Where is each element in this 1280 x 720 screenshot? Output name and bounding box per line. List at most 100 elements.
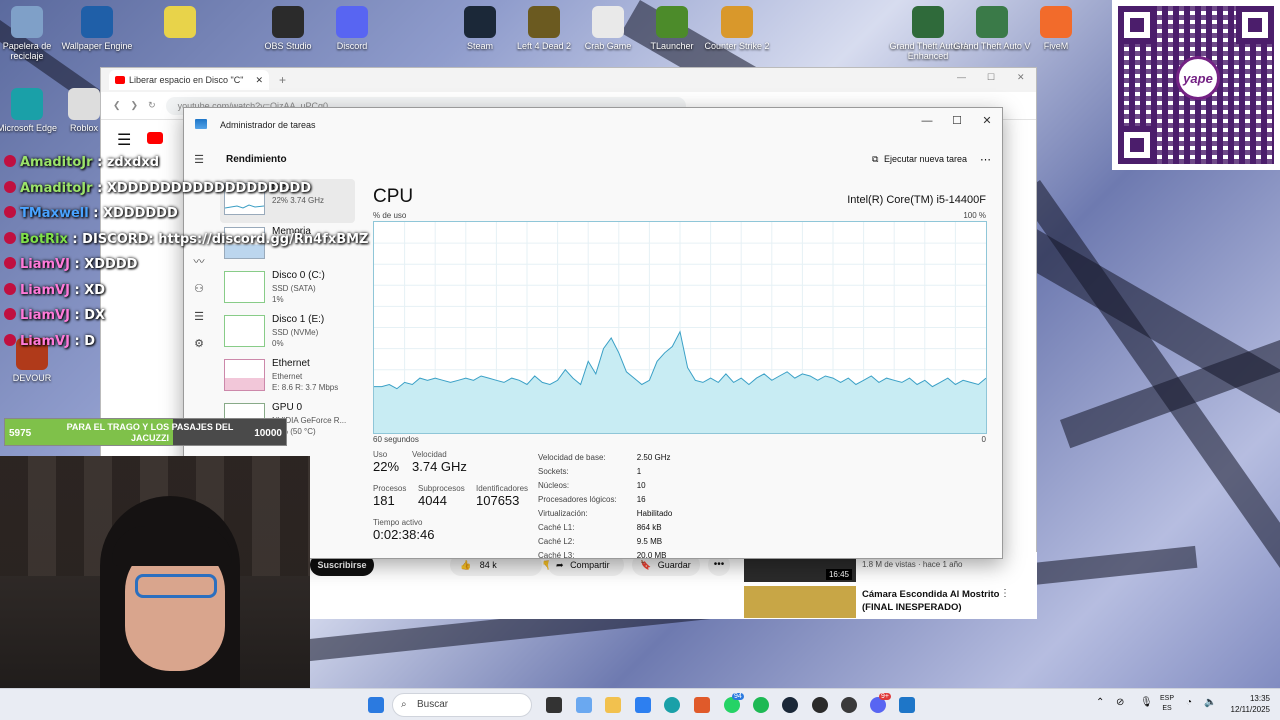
- perf-item-ethernet[interactable]: Ethernet Ethernet E: 8.6 R: 3.7 Mbps: [220, 355, 355, 399]
- app-icon: [464, 6, 496, 38]
- rec2-title-line1: Cámara Escondida Al Mostrito: [862, 589, 1000, 600]
- language-code: ESP: [1160, 695, 1175, 702]
- app-icon[interactable]: [841, 697, 857, 713]
- goal-target: 10000: [254, 428, 282, 439]
- chat-message: BotRix : DISCORD: https://discord.gg/Rn4…: [4, 227, 368, 253]
- spotify-icon[interactable]: [753, 697, 769, 713]
- desktop-icon[interactable]: [140, 6, 220, 41]
- chat-message: LiamVJ : XDDDD: [4, 252, 368, 278]
- app-icon: [1040, 6, 1072, 38]
- app-icon: [336, 6, 368, 38]
- rec1-thumbnail[interactable]: 16:45: [744, 556, 856, 582]
- reload-icon[interactable]: ↻: [148, 100, 156, 111]
- chat-separator: :: [92, 155, 107, 170]
- wifi-icon[interactable]: ◔: [1186, 697, 1192, 708]
- app-icon: [11, 88, 43, 120]
- spec-value: 16: [636, 495, 646, 504]
- app-icon: [656, 6, 688, 38]
- qr-code: yape: [1112, 0, 1280, 170]
- stat-subprocesos: Subprocesos 4044: [418, 484, 465, 508]
- forward-icon[interactable]: ❯: [131, 100, 139, 111]
- spec-row: Velocidad de base: 2.50 GHz: [538, 452, 690, 464]
- app-icon: [272, 6, 304, 38]
- cpu-specs-table: Velocidad de base: 2.50 GHz Sockets: 1 Núcle…: [536, 450, 692, 564]
- desktop-icon[interactable]: Discord: [312, 6, 392, 51]
- app-icon: [68, 88, 100, 120]
- maximize-icon[interactable]: ☐: [942, 112, 972, 130]
- clock[interactable]: 13:35 12/11/2025: [1224, 693, 1270, 715]
- chat-badge-icon: [4, 180, 16, 193]
- spec-label: Caché L2:: [538, 537, 575, 546]
- copilot-icon[interactable]: [576, 697, 592, 713]
- minimize-icon[interactable]: —: [957, 72, 966, 82]
- stat-identificadores: Identificadores 107653: [476, 484, 528, 508]
- brave-icon[interactable]: [694, 697, 710, 713]
- app-icon: [11, 6, 43, 38]
- chat-badge-icon: [4, 231, 16, 244]
- cpu-usage-graph: [373, 221, 987, 434]
- spec-row: Caché L1: 864 kB: [538, 522, 690, 534]
- chat-badge-icon: [4, 257, 16, 269]
- desktop-icon-label: FiveM: [1043, 41, 1069, 51]
- task-manager-taskbar-icon[interactable]: [899, 697, 915, 713]
- chat-text: XDDDDDD: [102, 206, 178, 221]
- task-view-icon[interactable]: [546, 697, 562, 713]
- menu-icon[interactable]: ☰: [117, 130, 131, 150]
- discord-badge: 9+: [879, 693, 891, 700]
- desktop-icon[interactable]: Wallpaper Engine: [57, 6, 137, 51]
- spec-row: Procesadores lógicos: 16: [538, 494, 690, 506]
- spec-row: Sockets: 1: [538, 466, 690, 478]
- rec2-thumbnail[interactable]: [744, 586, 856, 618]
- youtube-logo[interactable]: [147, 132, 163, 144]
- rec2-menu-icon[interactable]: ⋮: [1000, 588, 1010, 599]
- edge-icon[interactable]: [664, 697, 680, 713]
- file-explorer-icon[interactable]: [605, 697, 621, 713]
- desktop-icon[interactable]: FiveM: [1016, 6, 1096, 51]
- steam-icon[interactable]: [782, 697, 798, 713]
- stat-label: Velocidad: [412, 450, 447, 459]
- obs-icon[interactable]: [812, 697, 828, 713]
- perf-item-name: Ethernet: [272, 358, 310, 369]
- minimize-icon[interactable]: —: [912, 112, 942, 130]
- run-task-button[interactable]: ⧉ Ejecutar nueva tarea: [872, 154, 967, 165]
- language-indicator[interactable]: ESP ES: [1160, 694, 1174, 714]
- chat-badge-icon: [4, 206, 16, 218]
- stat-label: Subprocesos: [418, 484, 465, 493]
- close-tab-icon[interactable]: ✕: [255, 75, 263, 86]
- microphone-icon[interactable]: 🎙: [1140, 697, 1153, 708]
- rec2-title[interactable]: Cámara Escondida Al Mostrito (FINAL INES…: [862, 588, 999, 614]
- stat-value: 0:02:38:46: [373, 527, 435, 542]
- store-icon[interactable]: [635, 697, 651, 713]
- chat-separator: :: [67, 231, 83, 247]
- clock-time: 13:35: [1249, 694, 1270, 703]
- close-icon[interactable]: ✕: [1017, 72, 1025, 83]
- spec-value: 10: [636, 481, 646, 490]
- chat-text: XDDDD: [84, 257, 138, 272]
- desktop-icon[interactable]: Counter Strike 2: [697, 6, 777, 51]
- thumbs-up-icon: 👍: [460, 560, 472, 570]
- tray-chevron-icon[interactable]: ⌃: [1096, 697, 1104, 708]
- start-icon[interactable]: [368, 697, 384, 713]
- network-icon[interactable]: ⊘: [1116, 697, 1124, 708]
- volume-icon[interactable]: 🔈: [1204, 697, 1216, 708]
- spec-label: Caché L3:: [538, 551, 575, 560]
- more-options-icon[interactable]: ⋯: [980, 153, 991, 166]
- chat-username: LiamVJ: [20, 333, 70, 349]
- donation-goal-bar: 5975 PARA EL TRAGO Y LOS PASAJES DEL JAC…: [4, 418, 287, 446]
- browser-tab[interactable]: Liberar espacio en Disco "C" ✕: [109, 70, 269, 90]
- desktop-icon-label: DEVOUR: [12, 373, 52, 383]
- app-icon: [164, 6, 196, 38]
- chat-username: LiamVJ: [20, 282, 70, 298]
- stat-uso: Uso 22%: [373, 450, 399, 474]
- spec-value: 1: [636, 467, 642, 476]
- new-tab-button[interactable]: +: [279, 73, 286, 87]
- app-icon: [81, 6, 113, 38]
- close-icon[interactable]: ✕: [972, 112, 1002, 130]
- desktop-icon-label: Discord: [336, 41, 368, 51]
- search-box[interactable]: ⌕ Buscar: [392, 693, 532, 717]
- cpu-heading: CPU: [373, 186, 414, 207]
- chat-separator: :: [69, 333, 85, 349]
- chat-message: LiamVJ : D: [4, 329, 368, 355]
- maximize-icon[interactable]: ☐: [987, 72, 995, 83]
- back-icon[interactable]: ❮: [113, 100, 121, 111]
